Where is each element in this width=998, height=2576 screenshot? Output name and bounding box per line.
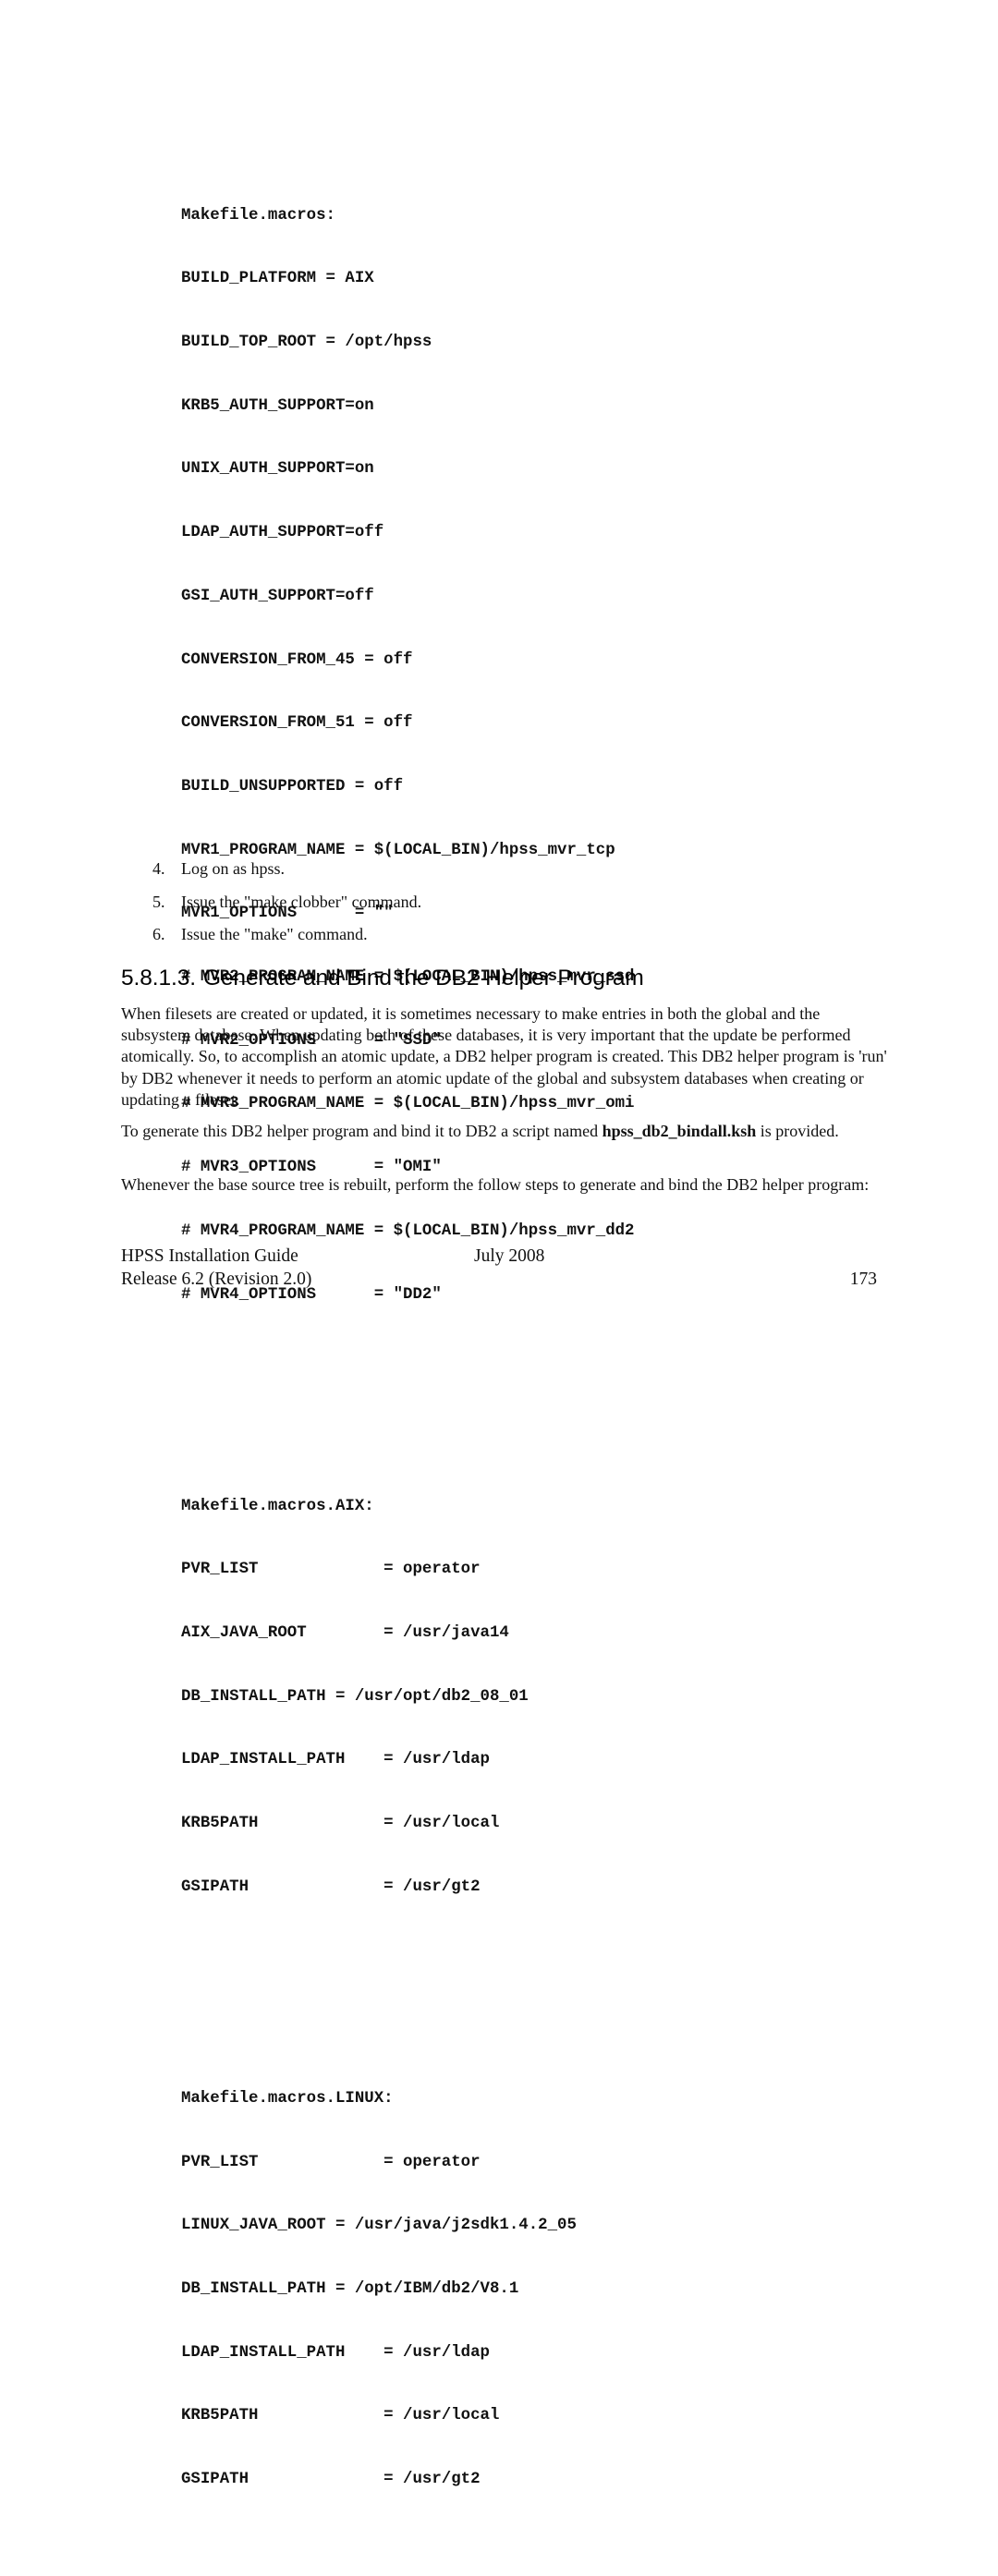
step-number: 6. — [152, 925, 165, 943]
paragraph-text: To generate this DB2 helper program and … — [121, 1122, 602, 1140]
step-item: 4. Log on as hpss. — [152, 859, 421, 893]
page-footer: HPSS Installation Guide July 2008 Releas… — [121, 1245, 877, 1291]
code-line: GSIPATH = /usr/gt2 — [181, 2471, 481, 2489]
code-line: BUILD_PLATFORM = AIX — [181, 270, 374, 288]
code-line: Makefile.macros.LINUX: — [181, 2089, 394, 2108]
code-spacer — [181, 1983, 635, 2004]
code-spacer — [181, 1391, 635, 1412]
code-line: GSIPATH = /usr/gt2 — [181, 1877, 481, 1896]
footer-row: Release 6.2 (Revision 2.0) 173 — [121, 1268, 877, 1291]
paragraph-fileset-atomic-update: When filesets are created or updated, it… — [121, 1004, 887, 1109]
footer-guide-title: HPSS Installation Guide — [121, 1246, 298, 1266]
step-item: 5. Issue the "make clobber" command. — [152, 893, 421, 926]
numbered-steps-list: 4. Log on as hpss. 5. Issue the "make cl… — [152, 859, 421, 958]
code-line: PVR_LIST = operator — [181, 1561, 481, 1579]
code-line: LDAP_AUTH_SUPPORT=off — [181, 524, 384, 542]
code-line: CONVERSION_FROM_45 = off — [181, 650, 413, 669]
code-line: UNIX_AUTH_SUPPORT=on — [181, 460, 374, 479]
footer-release: Release 6.2 (Revision 2.0) — [121, 1270, 312, 1289]
footer-row: HPSS Installation Guide July 2008 — [121, 1245, 877, 1268]
code-line: GSI_AUTH_SUPPORT=off — [181, 587, 374, 605]
code-line: LDAP_INSTALL_PATH = /usr/ldap — [181, 1751, 490, 1769]
section-title: Generate and Bind the DB2 Helper Program — [202, 966, 644, 990]
makefile-code-block: Makefile.macros: BUILD_PLATFORM = AIX BU… — [181, 121, 635, 2576]
step-number: 5. — [152, 892, 165, 911]
paragraph-text: is provided. — [756, 1122, 839, 1140]
code-line: PVR_LIST = operator — [181, 2153, 481, 2171]
footer-date: July 2008 — [474, 1246, 545, 1266]
code-line: KRB5PATH = /usr/local — [181, 2407, 500, 2425]
code-line: BUILD_UNSUPPORTED = off — [181, 777, 404, 796]
code-line: AIX_JAVA_ROOT = /usr/java14 — [181, 1624, 509, 1643]
step-text: Issue the "make" command. — [181, 925, 368, 943]
section-heading: 5.8.1.3. Generate and Bind the DB2 Helper… — [121, 966, 644, 991]
code-line: DB_INSTALL_PATH = /usr/opt/db2_08_01 — [181, 1687, 529, 1706]
code-line: Makefile.macros: — [181, 206, 335, 225]
code-line: # MVR4_PROGRAM_NAME = $(LOCAL_BIN)/hpss_… — [181, 1221, 635, 1240]
code-line: DB_INSTALL_PATH = /opt/IBM/db2/V8.1 — [181, 2279, 519, 2298]
section-number: 5.8.1.3. — [121, 966, 196, 990]
code-line: BUILD_TOP_ROOT = /opt/hpss — [181, 334, 432, 352]
script-name: hpss_db2_bindall.ksh — [602, 1122, 757, 1140]
paragraph-bindall-script: To generate this DB2 helper program and … — [121, 1121, 888, 1142]
code-line: CONVERSION_FROM_51 = off — [181, 714, 413, 733]
code-section-makefile-macros: Makefile.macros: BUILD_PLATFORM = AIX BU… — [181, 164, 635, 1348]
document-page: Makefile.macros: BUILD_PLATFORM = AIX BU… — [0, 0, 998, 2488]
step-text: Log on as hpss. — [181, 859, 285, 878]
step-number: 4. — [152, 859, 165, 878]
code-line: Makefile.macros.AIX: — [181, 1497, 374, 1515]
step-text: Issue the "make clobber" command. — [181, 892, 422, 911]
paragraph-rebuild-steps: Whenever the base source tree is rebuilt… — [121, 1175, 870, 1194]
code-line: LINUX_JAVA_ROOT = /usr/java/j2sdk1.4.2_0… — [181, 2217, 577, 2235]
footer-page-number: 173 — [849, 1270, 877, 1289]
step-item: 6. Issue the "make" command. — [152, 925, 421, 958]
code-line: LDAP_INSTALL_PATH = /usr/ldap — [181, 2343, 490, 2362]
code-section-makefile-macros-linux: Makefile.macros.LINUX: PVR_LIST = operat… — [181, 2047, 635, 2533]
code-section-makefile-macros-aix: Makefile.macros.AIX: PVR_LIST = operator… — [181, 1454, 635, 1941]
code-line: KRB5_AUTH_SUPPORT=on — [181, 396, 374, 415]
code-line: KRB5PATH = /usr/local — [181, 1815, 500, 1833]
